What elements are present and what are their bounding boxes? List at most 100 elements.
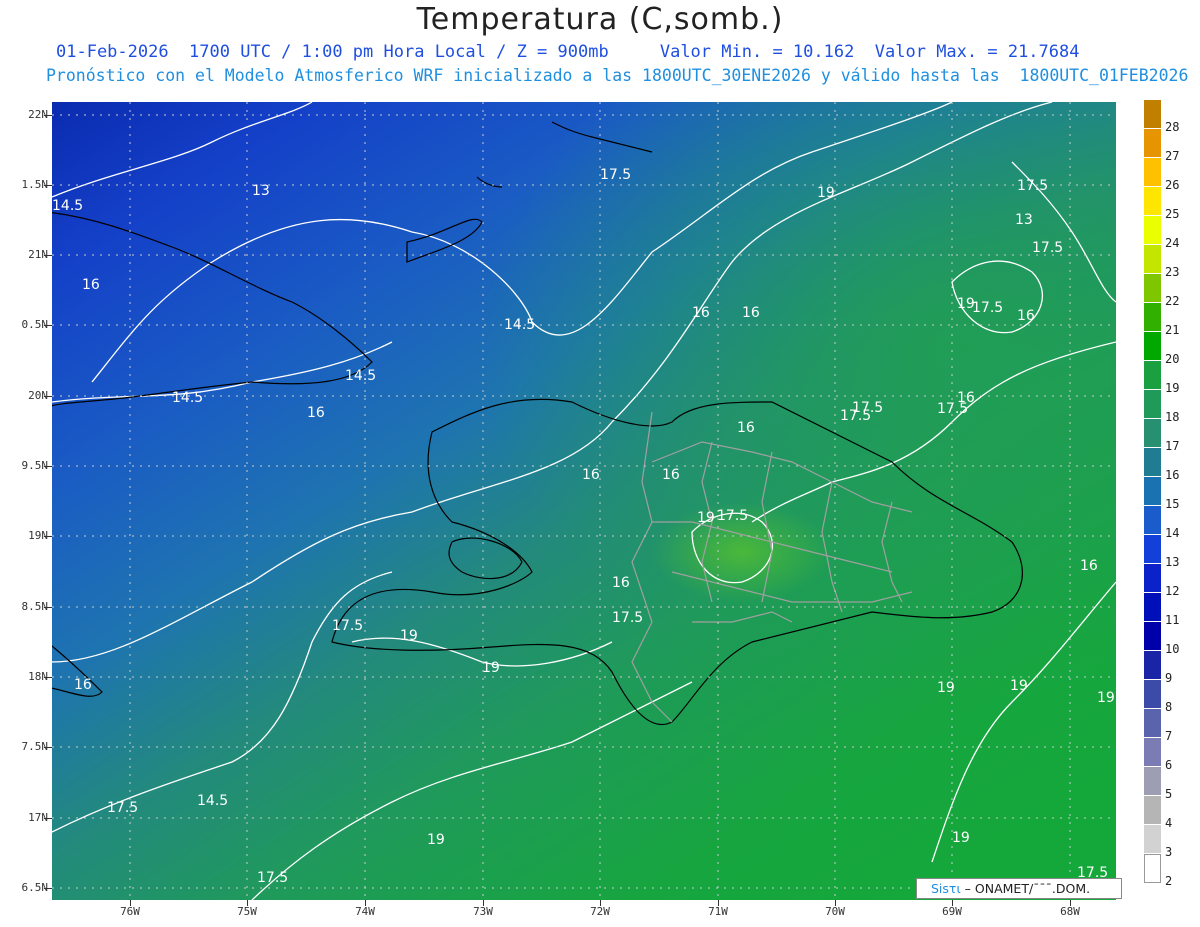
color-scale-cell: [1144, 854, 1161, 883]
color-scale-label: 26: [1165, 178, 1180, 192]
color-scale-cell: [1144, 361, 1161, 390]
lat-label: 6.5N: [21, 881, 49, 894]
color-scale-cell: [1144, 767, 1161, 796]
lat-tick: [44, 396, 52, 397]
color-scale-label: 22: [1165, 294, 1180, 308]
color-scale-cell: [1144, 622, 1161, 651]
color-scale-cell: [1144, 825, 1161, 854]
color-scale-cell: [1144, 448, 1161, 477]
color-scale-label: 13: [1165, 555, 1180, 569]
color-scale-cell: [1144, 593, 1161, 622]
lon-label: 73W: [473, 905, 493, 918]
lon-tick: [835, 900, 836, 906]
contour-label: 17.5: [600, 167, 631, 183]
contour-label: 16: [737, 420, 755, 436]
color-scale-label: 7: [1165, 729, 1173, 743]
color-scale-label: 8: [1165, 700, 1173, 714]
contour-label: 19: [817, 185, 835, 201]
color-scale-label: 19: [1165, 381, 1180, 395]
lat-label: 8.5N: [21, 600, 49, 613]
color-scale-label: 23: [1165, 265, 1180, 279]
model-info-line: Pronóstico con el Modelo Atmosferico WRF…: [46, 66, 1189, 85]
lon-label: 71W: [708, 905, 728, 918]
lat-tick: [44, 466, 52, 467]
contour-label: 14.5: [172, 390, 203, 406]
contour-label: 16: [957, 390, 975, 406]
contour-label: 17.5: [107, 800, 138, 816]
contour-label: 17.5: [1032, 240, 1063, 256]
color-scale-cell: [1144, 303, 1161, 332]
contour-label: 17.5: [852, 400, 883, 416]
color-scale-label: 17: [1165, 439, 1180, 453]
contour-label: 19: [937, 680, 955, 696]
lat-label: 9.5N: [21, 459, 49, 472]
temperature-map: 14.5131617.51914.5161314.514.516 17.5 17.5…: [52, 102, 1116, 900]
lon-tick: [365, 900, 366, 906]
color-scale-cell: [1144, 158, 1161, 187]
lat-label: 22N: [28, 108, 48, 121]
lon-label: 74W: [355, 905, 375, 918]
lon-tick: [1070, 900, 1071, 906]
contour-label: 13: [1015, 212, 1033, 228]
color-scale-label: 4: [1165, 816, 1173, 830]
lon-tick: [952, 900, 953, 906]
contour-label: 16: [1080, 558, 1098, 574]
color-scale-cell: [1144, 564, 1161, 593]
color-scale-label: 3: [1165, 845, 1173, 859]
credit-org: – ONAMET/¯¯¯.DOM.: [964, 881, 1091, 896]
color-scale-label: 25: [1165, 207, 1180, 221]
contour-label: 17.5: [257, 870, 288, 886]
credit-box: Sisτι – ONAMET/¯¯¯.DOM.: [916, 878, 1122, 899]
lon-label: 68W: [1060, 905, 1080, 918]
color-scale-cell: [1144, 216, 1161, 245]
lon-tick: [483, 900, 484, 906]
lat-tick: [44, 325, 52, 326]
lon-label: 70W: [825, 905, 845, 918]
contour-label: 16: [692, 305, 710, 321]
lon-tick: [247, 900, 248, 906]
lat-tick: [44, 747, 52, 748]
contour-label: 16: [612, 575, 630, 591]
lat-label: 21N: [28, 248, 48, 261]
color-scale-label: 24: [1165, 236, 1180, 250]
contour-label: 19: [697, 510, 715, 526]
lat-tick: [44, 536, 52, 537]
color-scale-label: 27: [1165, 149, 1180, 163]
lon-tick: [718, 900, 719, 906]
contour-label: 14.5: [197, 793, 228, 809]
color-scale-label: 28: [1165, 120, 1180, 134]
contour-label: 17.5: [332, 618, 363, 634]
lat-label: 1.5N: [21, 178, 49, 191]
color-scale-label: 20: [1165, 352, 1180, 366]
color-scale-bar: [1144, 100, 1161, 883]
lat-tick: [44, 607, 52, 608]
color-scale-cell: [1144, 796, 1161, 825]
lon-label: 75W: [237, 905, 257, 918]
contour-label: 14.5: [345, 368, 376, 384]
color-scale-cell: [1144, 129, 1161, 158]
color-scale-cell: [1144, 332, 1161, 361]
color-scale-cell: [1144, 506, 1161, 535]
lon-label: 72W: [590, 905, 610, 918]
warm-ne-field: [52, 102, 1116, 900]
color-scale-cell: [1144, 535, 1161, 564]
credit-system: Sisτι: [931, 881, 961, 896]
lon-tick: [600, 900, 601, 906]
color-scale-cell: [1144, 709, 1161, 738]
color-scale-cell: [1144, 419, 1161, 448]
color-scale-cell: [1144, 651, 1161, 680]
contour-label: 16: [74, 677, 92, 693]
forecast-time-line: 01-Feb-2026 1700 UTC / 1:00 pm Hora Loca…: [56, 42, 1080, 62]
color-scale-label: 21: [1165, 323, 1180, 337]
contour-label: 19: [1010, 678, 1028, 694]
contour-label: 16: [742, 305, 760, 321]
color-scale-label: 11: [1165, 613, 1180, 627]
contour-label: 17.5: [972, 300, 1003, 316]
lat-label: 18N: [28, 670, 48, 683]
color-scale-label: 10: [1165, 642, 1180, 656]
contour-label: 16: [82, 277, 100, 293]
contour-label: 19: [952, 830, 970, 846]
color-scale-cell: [1144, 680, 1161, 709]
color-scale-cell: [1144, 245, 1161, 274]
color-scale-label: 18: [1165, 410, 1180, 424]
